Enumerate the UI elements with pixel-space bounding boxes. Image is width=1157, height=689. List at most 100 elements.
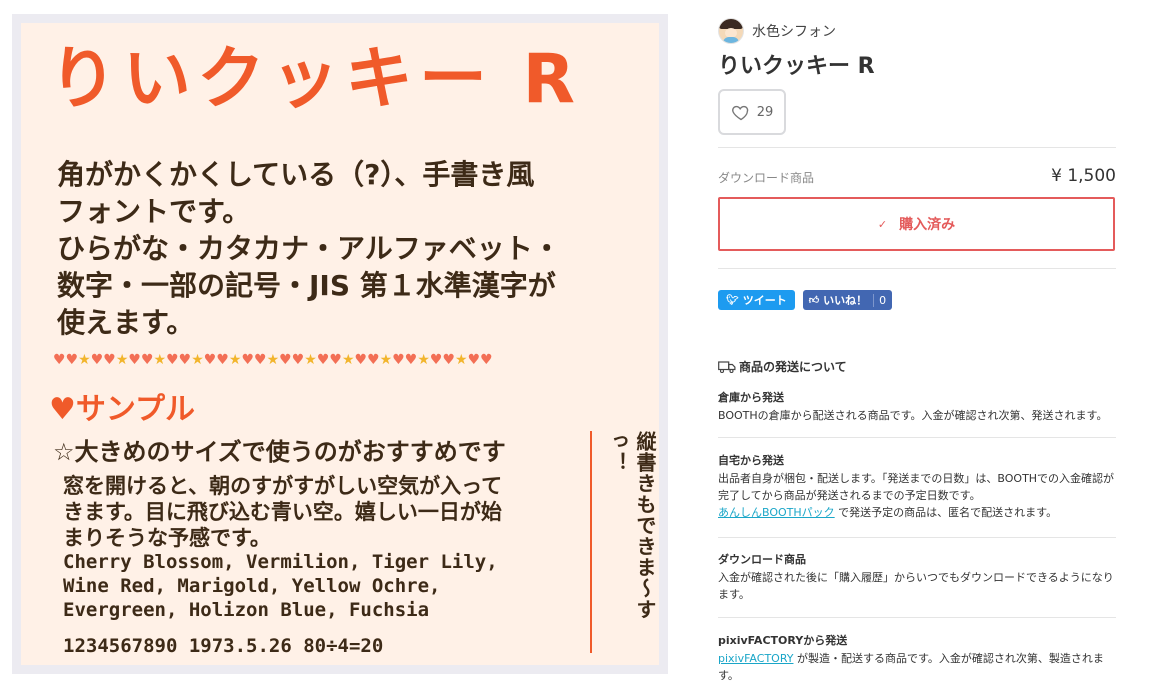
shop-avatar[interactable]: [718, 18, 744, 44]
sample-heading: ♥サンプル: [49, 392, 195, 427]
product-image-canvas: りいクッキー R 角がかくかくしている（?）、手書き風 フォントです。 ひらがな…: [21, 23, 659, 665]
intro-line: ひらがな・カタカナ・アルファベット・: [57, 232, 561, 265]
heart-icon: ♥: [480, 352, 493, 368]
heart-icon: ♥: [392, 352, 405, 368]
thumbs-up-icon: 👍︎: [808, 295, 820, 306]
shipping-section-title: 倉庫から発送: [718, 391, 784, 404]
like-button[interactable]: 29: [718, 89, 786, 135]
divider: [718, 537, 1116, 538]
shipping-section-text: 出品者自身が梱包・配送します。「発送までの日数」は、BOOTHでの入金確認が完了…: [718, 472, 1115, 502]
hearts-stars-divider: ♥♥★♥♥★♥♥★♥♥★♥♥★♥♥★♥♥★♥♥★♥♥★♥♥★♥♥★♥♥: [53, 352, 493, 368]
sample-latin: Cherry Blossom, Vermilion, Tiger Lily, W…: [63, 550, 498, 622]
heart-icon: ♥: [467, 352, 481, 368]
star-icon: ★: [78, 352, 91, 368]
heart-icon: [731, 105, 748, 121]
intro-line: 使えます。: [57, 306, 195, 339]
star-icon: ★: [266, 352, 280, 368]
star-icon: ★: [153, 352, 167, 368]
shop-link[interactable]: 水色シフォン: [718, 18, 836, 44]
shipping-section-link-line: pixivFACTORY が製造・配送する商品です。入金が確認され次第、製造され…: [718, 650, 1116, 684]
tweet-button[interactable]: 🐦︎ ツイート: [718, 290, 795, 310]
star-icon: ★: [455, 352, 468, 368]
heart-icon: ♥: [203, 352, 217, 368]
sample-latin-line: Wine Red, Marigold, Yellow Ochre,: [63, 575, 441, 597]
intro-text: 角がかくかくしている（?）、手書き風 フォントです。 ひらがな・カタカナ・アルフ…: [57, 156, 647, 341]
purchased-button[interactable]: ✓ 購入済み: [718, 197, 1115, 251]
heart-icon: ♥: [354, 352, 368, 368]
star-icon: ★: [341, 352, 355, 368]
intro-line: 数字・一部の記号・JIS 第１水準漢字が: [57, 269, 556, 302]
heart-icon: ♥: [90, 352, 104, 368]
heart-icon: ♥: [254, 352, 267, 368]
sample-subheading: ☆大きめのサイズで使うのがおすすめです: [53, 438, 506, 466]
star-icon: ★: [228, 352, 242, 368]
shipping-section-download: ダウンロード商品 入金が確認された後に「購入履歴」からいつでもダウンロードできる…: [718, 551, 1116, 603]
facebook-like-count: 0: [873, 293, 886, 307]
sample-paragraph: 窓を開けると、朝のすがすがしい空気が入って きます。目に飛び込む青い空。嬉しい一…: [63, 473, 583, 551]
divider: [718, 437, 1116, 438]
heart-icon: ♥: [178, 352, 192, 368]
share-buttons: 🐦︎ ツイート 👍︎ いいね！ 0: [718, 290, 893, 310]
price: ¥ 1,500: [1051, 166, 1116, 186]
star-icon: ★: [115, 352, 129, 368]
intro-line: フォントです。: [57, 195, 251, 228]
product-image[interactable]: りいクッキー R 角がかくかくしている（?）、手書き風 フォントです。 ひらがな…: [12, 14, 668, 674]
shipping-section-title: 自宅から発送: [718, 454, 784, 467]
star-icon: ★: [304, 352, 317, 368]
shipping-section-text: 入金が確認された後に「購入履歴」からいつでもダウンロードできるようになります。: [718, 571, 1114, 601]
intro-line: 角がかくかくしている（?）、手書き風: [57, 158, 535, 191]
divider: [718, 268, 1116, 269]
twitter-bird-icon: 🐦︎: [726, 294, 739, 306]
shipping-link-suffix: で発送予定の商品は、匿名で配送されます。: [834, 506, 1058, 519]
heart-icon: ♥: [65, 352, 79, 368]
heart-icon: ♥: [279, 352, 292, 368]
tweet-label: ツイート: [742, 294, 787, 307]
heart-icon: ♥: [404, 352, 418, 368]
pixivfactory-link[interactable]: pixivFACTORY: [718, 652, 793, 665]
facebook-like-button[interactable]: 👍︎ いいね！ 0: [802, 290, 893, 310]
heart-icon: ♥: [216, 352, 229, 368]
heart-icon: ♥: [128, 352, 141, 368]
divider: [718, 147, 1116, 148]
shipping-section-title: ダウンロード商品: [718, 553, 806, 566]
sample-paragraph-line: きます。目に飛び込む青い空。嬉しい一日が始: [63, 500, 502, 524]
heart-icon: ♥: [241, 352, 254, 368]
heart-icon: ♥: [329, 352, 342, 368]
heart-icon: ♥: [103, 352, 116, 368]
heart-icon: ♥: [367, 352, 380, 368]
shipping-title-label: 商品の発送について: [739, 360, 847, 374]
shipping-section-warehouse: 倉庫から発送 BOOTHの倉庫から配送される商品です。入金が確認され次第、発送さ…: [718, 389, 1116, 424]
sample-paragraph-line: 窓を開けると、朝のすがすがしい空気が入って: [63, 474, 503, 498]
truck-icon: [718, 360, 736, 373]
product-title: りいクッキー R: [718, 54, 875, 79]
check-icon: ✓: [877, 217, 888, 231]
shipping-section-link-line: あんしんBOOTHパック で発送予定の商品は、匿名で配送されます。: [718, 504, 1116, 521]
heart-icon: ♥: [291, 352, 305, 368]
heart-icon: ♥: [442, 352, 455, 368]
shipping-section-pixivfactory: pixivFACTORYから発送 pixivFACTORY が製造・配送する商品…: [718, 632, 1116, 684]
facebook-like-label: いいね！: [823, 294, 868, 307]
vertical-sample-text: 縦書きもできま～すっ！: [605, 431, 657, 620]
heart-icon: ♥: [140, 352, 154, 368]
heart-icon: ♥: [429, 352, 443, 368]
sample-latin-line: Cherry Blossom, Vermilion, Tiger Lily,: [63, 551, 498, 573]
shipping-title: 商品の発送について: [718, 358, 847, 375]
shipping-section-title: pixivFACTORYから発送: [718, 634, 848, 647]
font-title: りいクッキー R: [49, 40, 582, 119]
like-count: 29: [756, 104, 774, 120]
star-icon: ★: [191, 352, 204, 368]
shop-name[interactable]: 水色シフォン: [752, 21, 836, 41]
heart-icon: ♥: [166, 352, 179, 368]
sample-numbers: 1234567890 1973.5.26 80÷4=20: [63, 635, 384, 657]
sample-paragraph-line: まりそうな予感です。: [63, 526, 271, 550]
variant-label: ダウンロード商品: [718, 171, 815, 185]
star-icon: ★: [379, 352, 393, 368]
shipping-section-text: BOOTHの倉庫から配送される商品です。入金が確認され次第、発送されます。: [718, 409, 1108, 422]
sample-latin-line: Evergreen, Holizon Blue, Fuchsia: [63, 599, 430, 621]
shipping-section-home: 自宅から発送 出品者自身が梱包・配送します。「発送までの日数」は、BOOTHでの…: [718, 452, 1116, 521]
heart-icon: ♥: [53, 352, 66, 368]
anshin-booth-pack-link[interactable]: あんしんBOOTHパック: [718, 506, 835, 519]
purchased-label: 購入済み: [899, 217, 956, 233]
vertical-divider: [590, 431, 592, 653]
divider: [718, 617, 1116, 618]
